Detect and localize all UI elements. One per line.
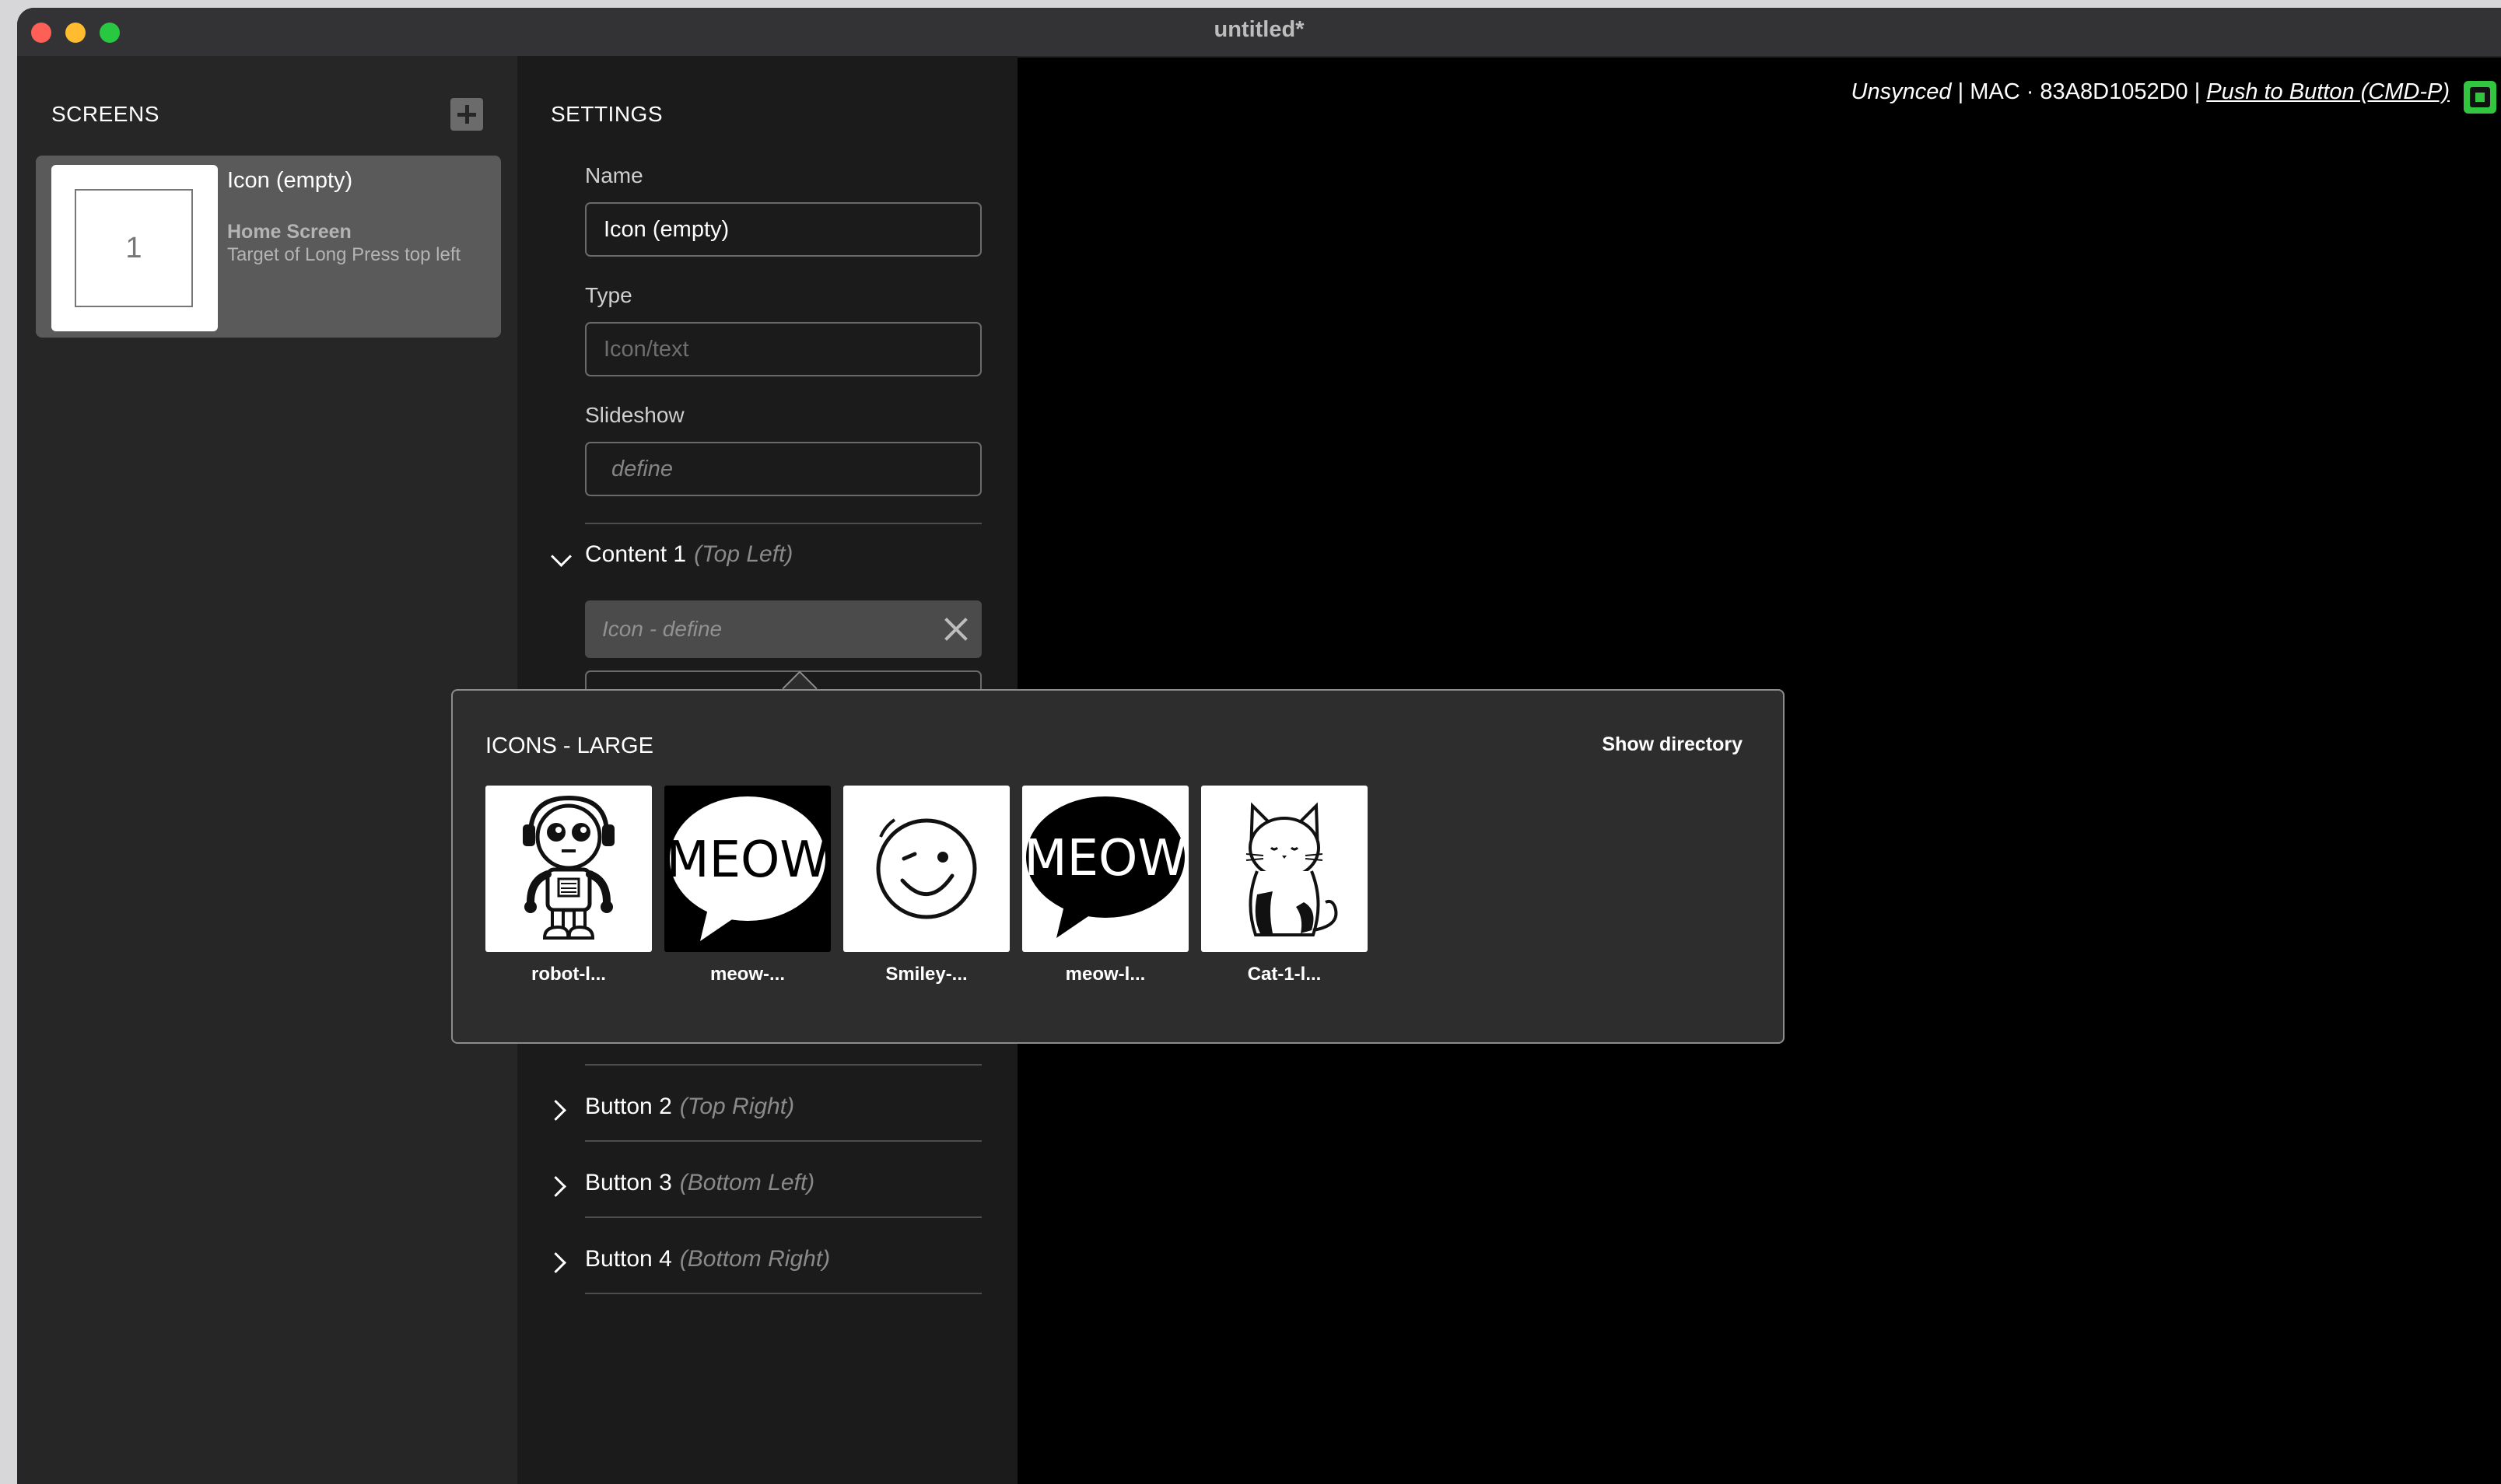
button-4-header[interactable]: Button 4 (Bottom Right) (585, 1246, 830, 1272)
type-field[interactable]: Icon/text (585, 322, 982, 376)
icon-tile[interactable]: MEOW meow-l... (1022, 786, 1189, 985)
screen-card-title: Icon (empty) (227, 168, 353, 193)
chevron-down-icon[interactable] (551, 546, 572, 567)
icon-tile-caption: robot-l... (531, 964, 606, 985)
content-1-position: (Top Left) (694, 541, 793, 567)
screens-panel: SCREENS 1 Icon (empty) Home Screen Targe… (17, 56, 517, 1484)
status-separator: | (2194, 79, 2201, 104)
meow-bubble-icon: MEOW (664, 786, 831, 952)
icon-tile[interactable]: robot-l... (485, 786, 652, 985)
icon-define-placeholder: Icon - define (602, 617, 723, 641)
button-2-title: Button 2 (585, 1094, 672, 1119)
button-3-title: Button 3 (585, 1170, 672, 1195)
title-bar: untitled* (17, 8, 2501, 58)
button-2-position: (Top Right) (679, 1094, 795, 1119)
clear-icon[interactable] (943, 616, 969, 642)
robot-icon (485, 786, 652, 952)
content-1-title: Content 1 (585, 541, 687, 567)
winking-smiley-icon (843, 786, 1010, 952)
button-3-header[interactable]: Button 3 (Bottom Left) (585, 1170, 814, 1196)
type-label: Type (585, 283, 632, 307)
chevron-right-icon[interactable] (545, 1100, 566, 1121)
settings-heading: SETTINGS (551, 102, 664, 126)
divider (585, 1064, 982, 1066)
button-4-position: (Bottom Right) (679, 1246, 831, 1272)
screen-card-detail: Target of Long Press top left (227, 244, 461, 265)
divider (585, 1293, 982, 1294)
status-separator: | (1957, 79, 1964, 104)
device-icon[interactable] (2464, 81, 2496, 114)
icon-tile-caption: meow-... (709, 964, 785, 985)
icon-tile[interactable]: Cat-1-l... (1201, 786, 1368, 985)
name-label: Name (585, 163, 643, 187)
icon-tile-caption: Smiley-... (885, 964, 968, 985)
show-directory-link[interactable]: Show directory (1602, 733, 1743, 756)
icon-picker-popover: ICONS - LARGE Show directory robot-l... … (451, 689, 1785, 1044)
screen-card-subtitle: Home Screen (227, 221, 352, 243)
slideshow-field[interactable]: define (585, 442, 982, 496)
icon-tile[interactable]: Smiley-... (843, 786, 1010, 985)
screen-thumbnail-number: 1 (75, 189, 193, 307)
name-field[interactable]: Icon (empty) (585, 202, 982, 257)
divider (585, 523, 982, 524)
slideshow-label: Slideshow (585, 403, 685, 427)
content-1-header[interactable]: Content 1 (Top Left) (585, 541, 793, 568)
meow-bubble-icon: MEOW (1022, 786, 1189, 952)
bubble-text: MEOW (666, 831, 828, 889)
cat-icon (1201, 786, 1368, 952)
sync-status: Unsynced | MAC · 83A8D1052D0 | Push to B… (1851, 79, 2450, 105)
mac-address: MAC · 83A8D1052D0 (1970, 79, 2188, 104)
icon-tile[interactable]: MEOW meow-... (664, 786, 831, 985)
divider (585, 1140, 982, 1142)
chevron-right-icon[interactable] (545, 1252, 566, 1273)
sync-state: Unsynced (1851, 79, 1952, 104)
icon-tile-caption: Cat-1-l... (1247, 964, 1322, 985)
icon-define-field[interactable]: Icon - define (585, 600, 982, 658)
screen-thumbnail: 1 (51, 165, 218, 331)
screen-card[interactable]: 1 Icon (empty) Home Screen Target of Lon… (36, 156, 501, 338)
button-2-header[interactable]: Button 2 (Top Right) (585, 1094, 794, 1120)
divider (585, 1216, 982, 1218)
button-3-position: (Bottom Left) (679, 1170, 815, 1195)
app-window: untitled* SCREENS 1 Icon (empty) Home Sc… (17, 8, 2501, 1484)
screens-heading: SCREENS (51, 102, 159, 126)
push-to-button-link[interactable]: Push to Button (CMD-P) (2206, 79, 2450, 104)
add-screen-button[interactable] (450, 98, 483, 131)
bubble-text: MEOW (1024, 830, 1186, 887)
window-title: untitled* (1214, 17, 1305, 42)
chevron-right-icon[interactable] (545, 1176, 566, 1197)
icon-tile-caption: meow-l... (1065, 964, 1146, 985)
icon-picker-title: ICONS - LARGE (485, 733, 653, 758)
button-4-title: Button 4 (585, 1246, 672, 1272)
